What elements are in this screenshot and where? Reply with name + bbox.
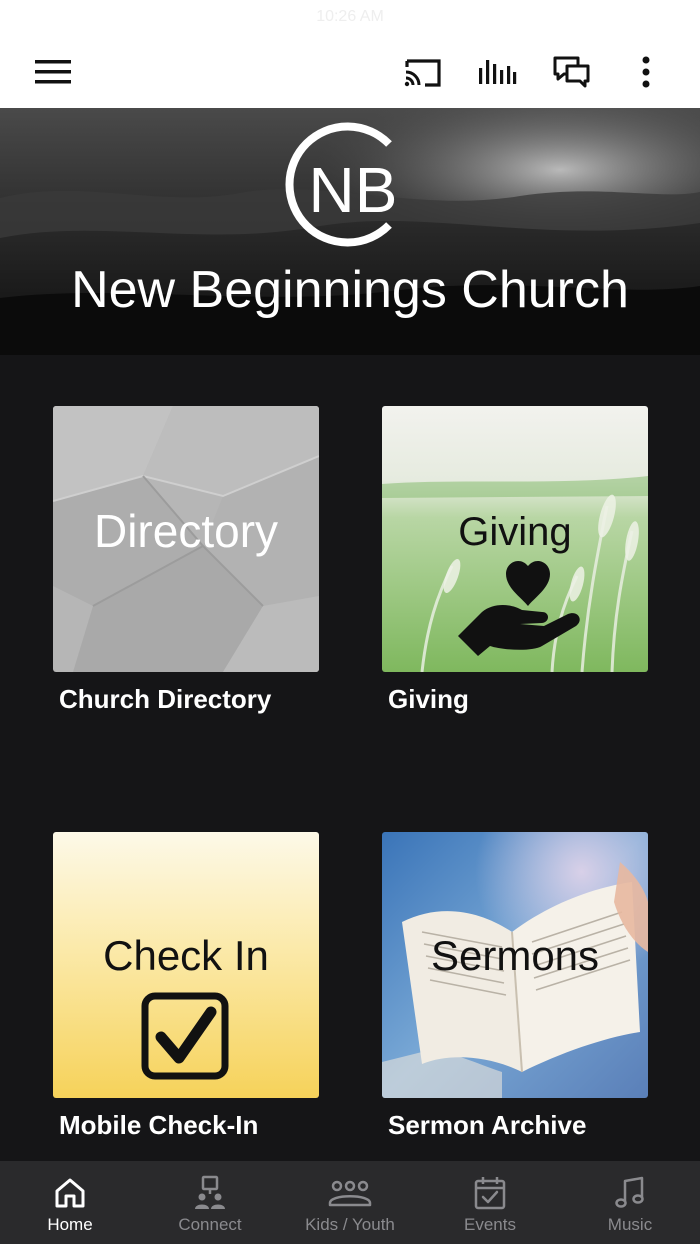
logo-text: NB — [309, 154, 398, 226]
nav-label-connect: Connect — [178, 1215, 242, 1234]
nav-label-events: Events — [464, 1215, 516, 1234]
calendar-check-icon — [474, 1177, 506, 1210]
status-bar: 10:26 AM — [0, 0, 700, 36]
nav-item-kids-youth[interactable]: Kids / Youth — [280, 1161, 420, 1244]
more-vert-icon[interactable] — [624, 50, 668, 94]
connect-icon — [195, 1175, 225, 1209]
audio-bars-icon[interactable] — [475, 50, 519, 94]
bottom-nav: Home Connect Kids / Youth Events Music — [0, 1161, 700, 1244]
nav-label-music: Music — [607, 1215, 653, 1234]
music-note-icon — [615, 1176, 644, 1208]
nav-item-home[interactable]: Home — [0, 1161, 140, 1244]
church-name: New Beginnings Church — [71, 261, 629, 319]
nav-item-music[interactable]: Music — [560, 1161, 700, 1244]
home-icon — [55, 1178, 85, 1208]
tile-overlay-sermons: Sermons — [430, 932, 600, 979]
app-bar — [0, 36, 700, 108]
status-time: 10:26 AM — [316, 8, 384, 25]
chat-icon[interactable] — [550, 50, 594, 94]
tile-overlay-giving: Giving — [458, 510, 572, 554]
nav-label-kids-youth: Kids / Youth — [305, 1215, 395, 1234]
nav-label-home: Home — [47, 1215, 93, 1234]
tile-caption-directory: Church Directory — [59, 684, 272, 714]
hero-banner: NB New Beginnings Church — [0, 108, 700, 355]
tile-caption-sermons: Sermon Archive — [388, 1110, 587, 1140]
tile-caption-giving: Giving — [388, 684, 469, 714]
nav-item-connect[interactable]: Connect — [140, 1161, 280, 1244]
nav-item-events[interactable]: Events — [420, 1161, 560, 1244]
menu-icon[interactable] — [31, 50, 75, 94]
cast-icon[interactable] — [401, 50, 445, 94]
tile-overlay-directory: Directory — [93, 505, 279, 557]
tile-caption-check-in: Mobile Check-In — [59, 1110, 259, 1140]
church-logo: NB — [285, 122, 398, 247]
group-icon — [328, 1180, 372, 1207]
tile-overlay-check-in: Check In — [103, 932, 269, 979]
